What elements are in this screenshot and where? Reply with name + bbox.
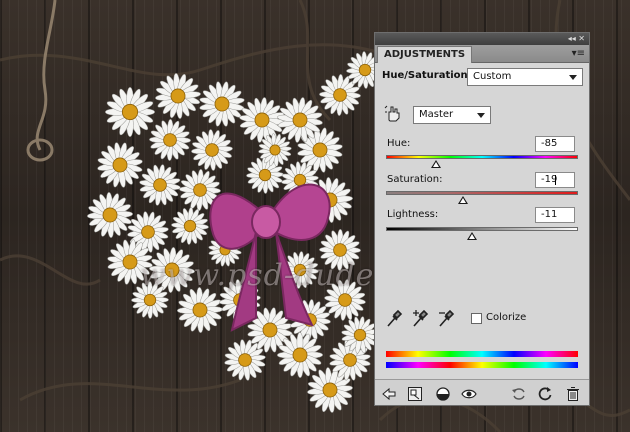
eye-icon[interactable] (461, 386, 477, 402)
saturation-slider-track[interactable] (386, 191, 578, 195)
channel-value: Master (419, 109, 454, 120)
reset-icon[interactable] (537, 386, 553, 402)
panel-menu-icon[interactable]: ▾≡ (572, 48, 585, 60)
daisy-flower (97, 142, 143, 188)
colorize-label: Colorize (486, 312, 527, 323)
hue-slider-thumb[interactable] (430, 160, 441, 168)
daisy-flower (199, 81, 245, 127)
input-color-spectrum (386, 351, 578, 357)
tab-adjustments[interactable]: ADJUSTMENTS (377, 46, 473, 63)
panel-tab-bar: ADJUSTMENTS ▾≡ (375, 45, 589, 63)
visibility-circle-icon[interactable] (435, 386, 451, 402)
chevron-down-icon (477, 113, 485, 118)
daisy-flower (149, 119, 191, 161)
daisy-flower (277, 332, 323, 378)
daisy-flower (105, 87, 155, 137)
view-previous-icon[interactable] (511, 386, 527, 402)
preset-dropdown[interactable]: Custom (467, 68, 583, 86)
clip-to-layer-icon[interactable] (407, 386, 423, 402)
trash-icon[interactable] (565, 386, 581, 402)
daisy-flower (87, 192, 133, 238)
lightness-slider-thumb[interactable] (467, 232, 478, 240)
saturation-slider-thumb[interactable] (457, 196, 468, 204)
lightness-value-field[interactable]: -11 (535, 207, 575, 223)
panel-title-strip[interactable]: ◂◂ ✕ (375, 33, 589, 45)
hue-slider-track[interactable] (386, 155, 578, 159)
daisy-flower (155, 73, 201, 119)
lightness-slider-track[interactable] (386, 227, 578, 231)
daisy-flower (171, 207, 209, 245)
close-icon[interactable]: ✕ (578, 34, 585, 43)
hue-value-field[interactable]: -85 (535, 136, 575, 152)
output-color-spectrum (386, 362, 578, 368)
eyedropper-minus-icon[interactable] (437, 309, 455, 329)
saturation-label: Saturation: (387, 174, 443, 185)
hand-adjust-icon[interactable] (384, 104, 402, 122)
rope (26, 0, 57, 162)
eyedropper-icon[interactable] (385, 309, 403, 329)
adjustment-title: Hue/Saturation (382, 70, 468, 81)
back-arrow-icon[interactable] (381, 386, 397, 402)
lightness-label: Lightness: (387, 209, 439, 220)
saturation-value-field[interactable]: -19 (535, 172, 575, 188)
minimize-icon[interactable]: ◂◂ (568, 34, 576, 43)
chevron-down-icon (569, 75, 577, 80)
panel-footer (375, 379, 589, 405)
preset-value: Custom (473, 71, 512, 82)
colorize-checkbox[interactable] (471, 313, 482, 324)
channel-dropdown[interactable]: Master (413, 106, 491, 124)
daisy-flower (139, 164, 181, 206)
adjustments-panel: ◂◂ ✕ ADJUSTMENTS ▾≡ Hue/Saturation Custo… (374, 32, 590, 406)
daisy-flower (177, 287, 223, 333)
daisy-flower (191, 129, 233, 171)
hue-label: Hue: (387, 138, 411, 149)
eyedropper-plus-icon[interactable] (411, 309, 429, 329)
